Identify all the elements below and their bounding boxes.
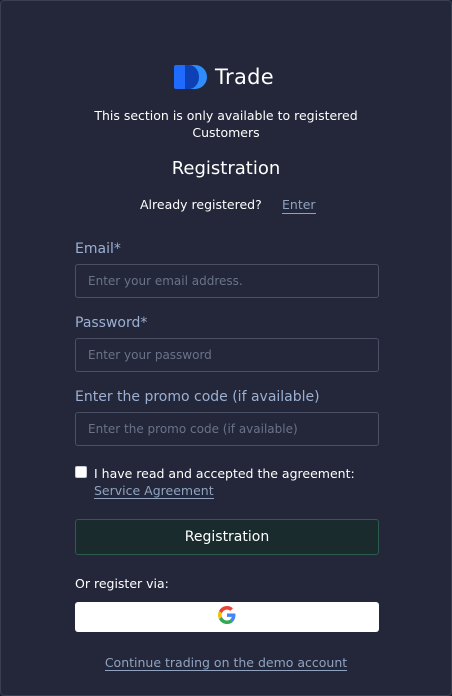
- register-via-label: Or register via:: [75, 576, 169, 591]
- email-field[interactable]: [75, 264, 379, 298]
- registered-only-notice: This section is only available to regist…: [94, 108, 358, 140]
- agreement-checkbox[interactable]: [75, 466, 87, 478]
- registration-panel: Trade This section is only available to …: [0, 0, 452, 696]
- promo-code-field[interactable]: [75, 412, 379, 446]
- enter-link[interactable]: Enter: [282, 197, 316, 214]
- brand-name: Trade: [215, 65, 274, 89]
- email-label: Email*: [75, 241, 121, 257]
- promo-code-label: Enter the promo code (if available): [75, 389, 320, 405]
- page-title: Registration: [171, 158, 281, 179]
- brand-logo-icon: [173, 62, 211, 92]
- registration-button[interactable]: Registration: [75, 519, 379, 555]
- password-label: Password*: [75, 315, 148, 331]
- agreement-text: I have read and accepted the agreement: …: [94, 466, 355, 499]
- demo-account-link-wrap: Continue trading on the demo account: [1, 652, 451, 671]
- google-icon: [218, 606, 236, 628]
- brand-logo: Trade: [173, 61, 274, 93]
- demo-account-link[interactable]: Continue trading on the demo account: [104, 655, 348, 671]
- google-register-button[interactable]: [75, 602, 379, 632]
- password-field[interactable]: [75, 338, 379, 372]
- already-registered-text: Already registered?: [140, 197, 262, 212]
- service-agreement-link[interactable]: Service Agreement: [94, 483, 214, 499]
